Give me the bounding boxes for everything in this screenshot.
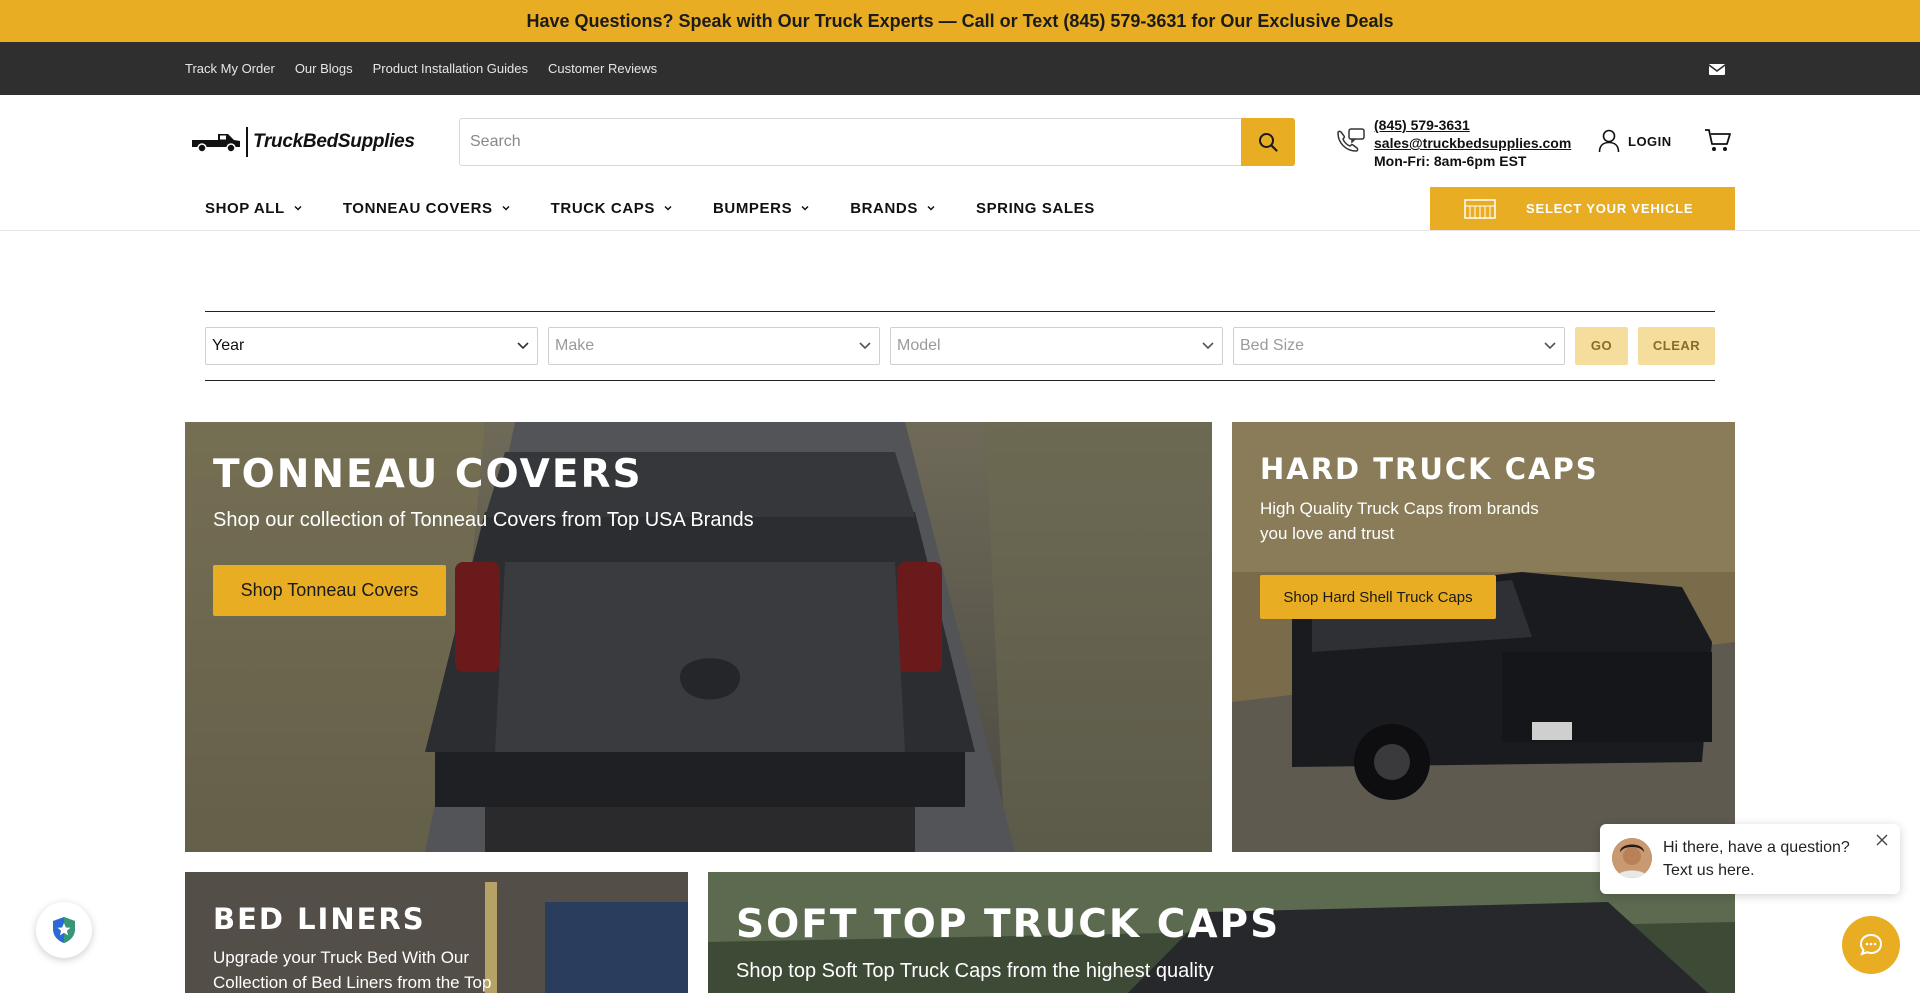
- bedliners-subtitle-line2: Collection of Bed Liners from the Top: [213, 973, 492, 992]
- nav-label: BRANDS: [850, 199, 918, 217]
- chat-line2: Text us here.: [1663, 862, 1755, 879]
- tile-soft-top-caps[interactable]: SOFT TOP TRUCK CAPS Shop top Soft Top Tr…: [708, 872, 1735, 993]
- nav-label: SHOP ALL: [205, 199, 285, 217]
- bed-size-select-value: Bed Size: [1240, 337, 1305, 354]
- tile-tonneau-covers[interactable]: TONNEAU COVERS Shop our collection of To…: [185, 422, 1212, 852]
- search-icon: [1259, 133, 1278, 152]
- chevron-down-icon: [502, 205, 510, 211]
- cart-icon[interactable]: [1704, 128, 1732, 154]
- chevron-down-icon: [1544, 342, 1556, 350]
- search-input[interactable]: [460, 119, 1240, 165]
- login-label: LOGIN: [1628, 133, 1672, 149]
- nav-tonneau-covers[interactable]: TONNEAU COVERS: [343, 200, 511, 217]
- user-icon: [1598, 129, 1620, 153]
- login-link[interactable]: LOGIN: [1598, 129, 1672, 153]
- tonneau-title: TONNEAU COVERS: [213, 452, 643, 497]
- shop-hard-caps-button[interactable]: Shop Hard Shell Truck Caps: [1260, 575, 1496, 619]
- shield-star-icon: [53, 917, 75, 943]
- chat-popup[interactable]: Hi there, have a question? Text us here.: [1600, 824, 1900, 894]
- shop-tonneau-button[interactable]: Shop Tonneau Covers: [213, 565, 446, 616]
- logo-text: TruckBedSupplies: [253, 131, 415, 152]
- nav-truck-caps[interactable]: TRUCK CAPS: [551, 200, 673, 217]
- hardcaps-subtitle: High Quality Truck Caps from brands you …: [1260, 496, 1539, 546]
- site-logo[interactable]: TruckBedSupplies: [190, 125, 435, 159]
- site-header: TruckBedSupplies (845) 579-3631 sales@tr…: [0, 95, 1920, 231]
- hardcaps-subtitle-line2: you love and trust: [1260, 524, 1395, 543]
- bedliners-title: BED LINERS: [213, 902, 426, 936]
- softcaps-title: SOFT TOP TRUCK CAPS: [736, 902, 1281, 947]
- contact-info: (845) 579-3631 sales@truckbedsupplies.co…: [1334, 115, 1571, 171]
- contact-phone[interactable]: (845) 579-3631: [1374, 116, 1571, 134]
- model-select-value: Model: [897, 337, 941, 354]
- hardcaps-subtitle-line1: High Quality Truck Caps from brands: [1260, 499, 1539, 518]
- chevron-down-icon: [664, 205, 672, 211]
- tile-hard-truck-caps[interactable]: HARD TRUCK CAPS High Quality Truck Caps …: [1232, 422, 1735, 852]
- hard-cap-truck-image: [1232, 422, 1735, 852]
- chat-launcher-button[interactable]: [1842, 916, 1900, 974]
- vehicle-icon: [1464, 198, 1496, 219]
- utility-bar: Track My Order Our Blogs Product Install…: [0, 42, 1920, 95]
- nav-brands[interactable]: BRANDS: [850, 200, 936, 217]
- nav-spring-sales[interactable]: SPRING SALES: [976, 200, 1095, 217]
- chat-message: Hi there, have a question? Text us here.: [1663, 836, 1850, 882]
- year-select-value: Year: [212, 337, 245, 354]
- nav-bumpers[interactable]: BUMPERS: [713, 200, 810, 217]
- chevron-down-icon: [859, 342, 871, 350]
- contact-hours: Mon-Fri: 8am-6pm EST: [1374, 153, 1527, 169]
- model-select[interactable]: Model: [890, 327, 1223, 365]
- link-blogs[interactable]: Our Blogs: [295, 61, 353, 76]
- chat-line1: Hi there, have a question?: [1663, 839, 1850, 856]
- trust-badge[interactable]: [36, 902, 92, 958]
- bedliners-subtitle-line1: Upgrade your Truck Bed With Our: [213, 948, 470, 967]
- contact-lines: (845) 579-3631 sales@truckbedsupplies.co…: [1374, 116, 1571, 170]
- go-button[interactable]: GO: [1575, 327, 1628, 365]
- phone-chat-icon: [1337, 128, 1365, 152]
- link-installation-guides[interactable]: Product Installation Guides: [373, 61, 528, 76]
- agent-avatar: [1612, 838, 1652, 878]
- contact-email[interactable]: sales@truckbedsupplies.com: [1374, 134, 1571, 152]
- nav-label: TONNEAU COVERS: [342, 199, 493, 217]
- chevron-down-icon: [1202, 342, 1214, 350]
- year-select[interactable]: Year: [205, 327, 538, 365]
- link-customer-reviews[interactable]: Customer Reviews: [548, 61, 657, 76]
- select-vehicle-label: SELECT YOUR VEHICLE: [1526, 201, 1694, 216]
- vehicle-filter: Year Make Model Bed Size GO CLEAR: [205, 311, 1715, 381]
- make-select[interactable]: Make: [548, 327, 880, 365]
- tonneau-subtitle: Shop our collection of Tonneau Covers fr…: [213, 509, 754, 531]
- close-icon[interactable]: [1876, 834, 1888, 846]
- select-vehicle-button[interactable]: SELECT YOUR VEHICLE: [1430, 187, 1735, 230]
- mail-icon[interactable]: [1708, 60, 1726, 78]
- nav-shop-all[interactable]: SHOP ALL: [205, 200, 303, 217]
- nav-label: SPRING SALES: [975, 199, 1095, 217]
- search-bar: [459, 118, 1295, 166]
- bed-size-select[interactable]: Bed Size: [1233, 327, 1565, 365]
- bedliners-subtitle: Upgrade your Truck Bed With Our Collecti…: [213, 945, 491, 993]
- search-button[interactable]: [1241, 118, 1295, 166]
- hardcaps-title: HARD TRUCK CAPS: [1260, 452, 1599, 486]
- link-track-order[interactable]: Track My Order: [185, 61, 275, 76]
- logo-divider: [246, 127, 248, 157]
- chevron-down-icon: [517, 342, 529, 350]
- chevron-down-icon: [927, 205, 935, 211]
- nav-label: TRUCK CAPS: [550, 199, 655, 217]
- chevron-down-icon: [801, 205, 809, 211]
- announcement-bar[interactable]: Have Questions? Speak with Our Truck Exp…: [0, 0, 1920, 42]
- utility-links: Track My Order Our Blogs Product Install…: [185, 42, 657, 95]
- tile-bed-liners[interactable]: BED LINERS Upgrade your Truck Bed With O…: [185, 872, 688, 993]
- chevron-down-icon: [294, 205, 302, 211]
- truck-logo-icon: [192, 134, 240, 153]
- main-nav: SHOP ALL TONNEAU COVERS TRUCK CAPS BUMPE…: [205, 193, 1135, 223]
- nav-label: BUMPERS: [712, 199, 793, 217]
- clear-button[interactable]: CLEAR: [1638, 327, 1715, 365]
- make-select-value: Make: [555, 337, 595, 354]
- softcaps-subtitle: Shop top Soft Top Truck Caps from the hi…: [736, 960, 1214, 982]
- chat-bubble-icon: [1859, 933, 1883, 956]
